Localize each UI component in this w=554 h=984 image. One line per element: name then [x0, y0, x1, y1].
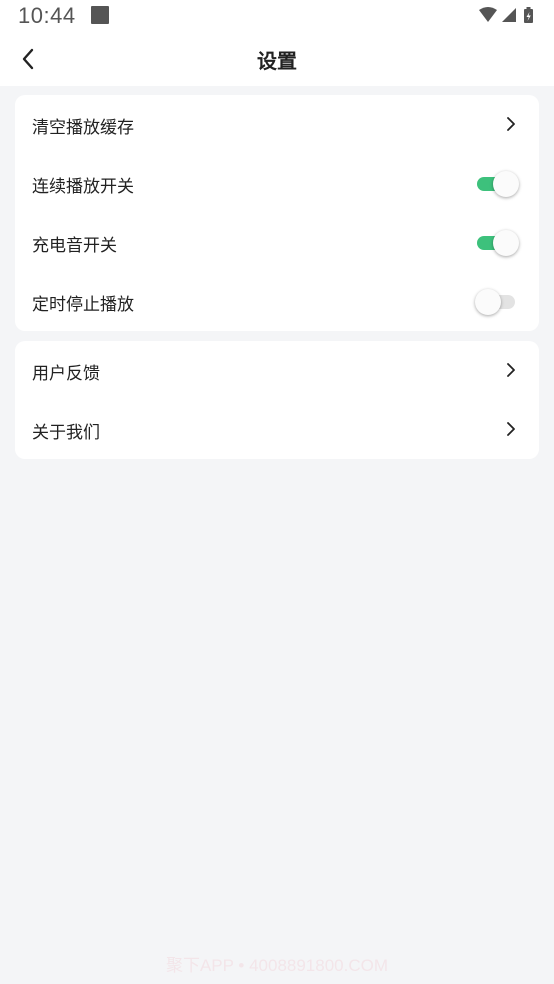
chevron-right-icon	[503, 115, 519, 133]
app-header: 设置	[0, 32, 554, 86]
battery-charging-icon	[524, 7, 533, 23]
wifi-icon	[479, 7, 497, 22]
chevron-right-icon	[503, 361, 519, 379]
toggle-knob	[493, 230, 519, 256]
continuous-play-toggle[interactable]	[475, 171, 519, 197]
row-label: 连续播放开关	[32, 177, 134, 197]
sleep-timer-toggle[interactable]	[475, 289, 519, 315]
toggle-knob	[493, 171, 519, 197]
settings-group-about: 用户反馈 关于我们	[15, 341, 539, 459]
settings-row-continuous-play: 连续播放开关	[15, 154, 539, 213]
toggle-knob	[475, 289, 501, 315]
row-label: 清空播放缓存	[32, 118, 134, 138]
settings-row-clear-cache[interactable]: 清空播放缓存	[15, 95, 539, 154]
row-label: 用户反馈	[32, 364, 100, 384]
settings-group-playback: 清空播放缓存 连续播放开关 充电音开关 定时停止播放	[15, 95, 539, 331]
row-label: 定时停止播放	[32, 295, 134, 315]
settings-row-feedback[interactable]: 用户反馈	[15, 341, 539, 400]
settings-row-charging-sound: 充电音开关	[15, 213, 539, 272]
charging-sound-toggle[interactable]	[475, 230, 519, 256]
settings-row-about-us[interactable]: 关于我们	[15, 400, 539, 459]
status-time: 10:44	[18, 3, 76, 28]
page-title: 设置	[257, 49, 297, 73]
status-bar: 10:44	[0, 0, 554, 32]
row-label: 关于我们	[32, 423, 100, 443]
row-label: 充电音开关	[32, 236, 117, 256]
notification-square-icon	[91, 6, 109, 24]
watermark: 聚下APP • 4008891800.COM	[165, 956, 389, 975]
status-icons	[478, 6, 540, 24]
chevron-right-icon	[503, 420, 519, 438]
settings-row-sleep-timer: 定时停止播放	[15, 272, 539, 331]
signal-icon	[502, 8, 516, 22]
